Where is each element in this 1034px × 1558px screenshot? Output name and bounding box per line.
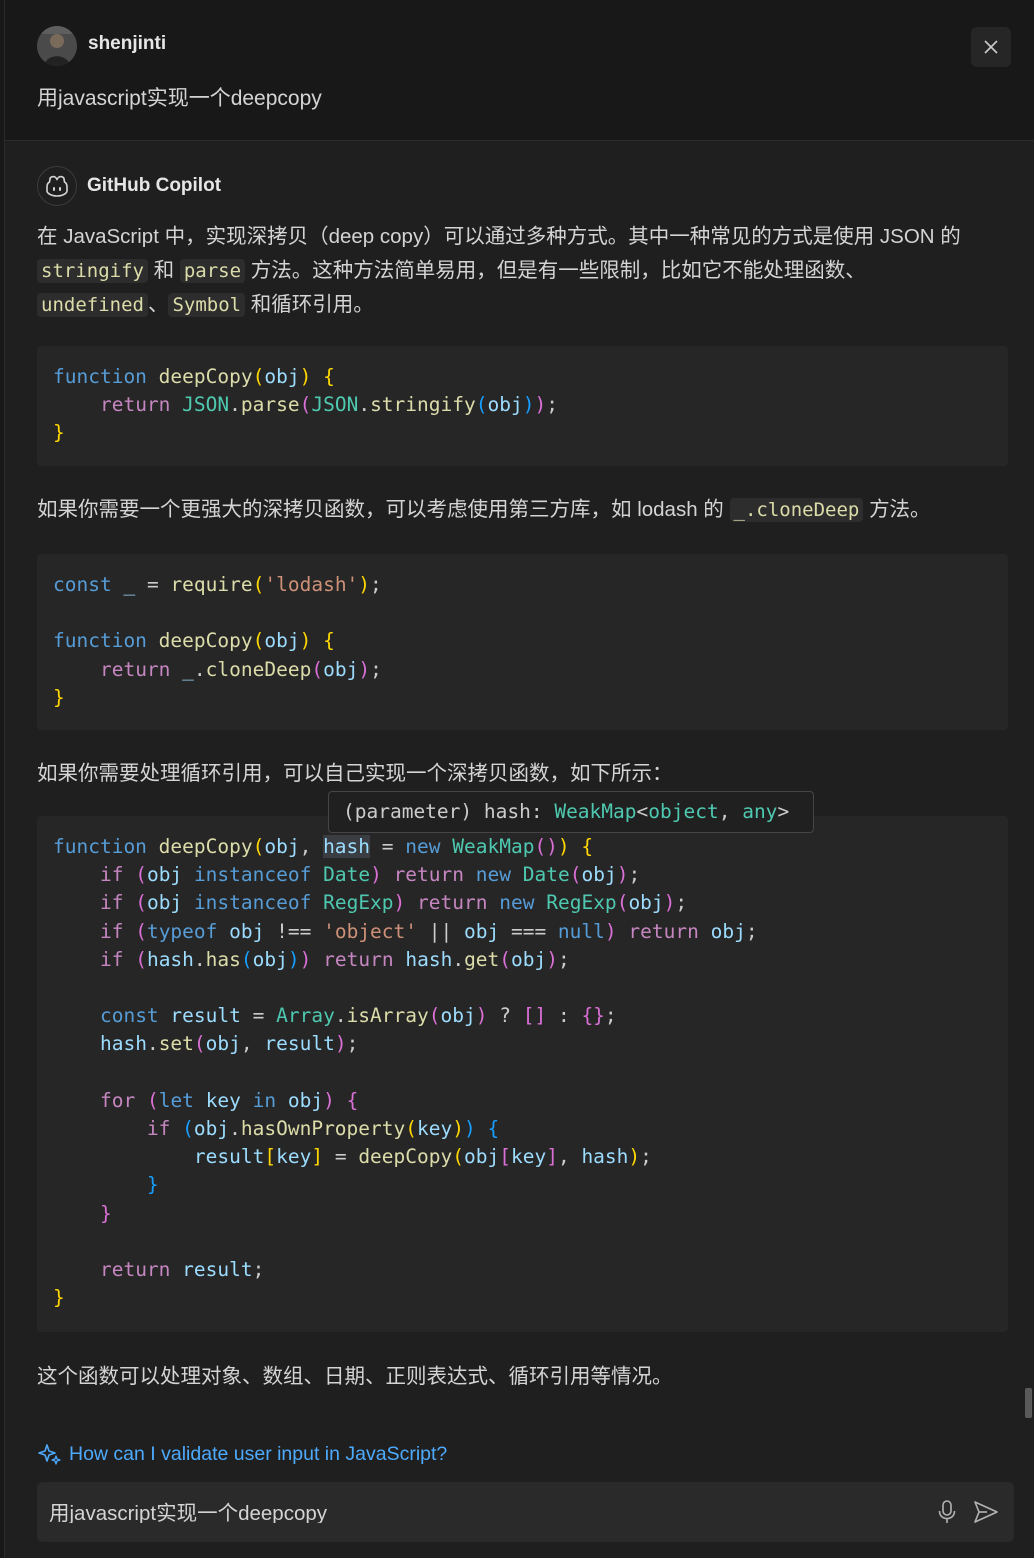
code-block-1[interactable]: function deepCopy(obj) { return JSON.par… [37, 346, 1008, 466]
copilot-icon [46, 175, 68, 197]
chat-input[interactable] [49, 1499, 909, 1523]
inline-code-symbol: Symbol [168, 293, 246, 317]
user-name: shenjinti [88, 33, 167, 54]
user-message-section: shenjinti 用javascript实现一个deepcopy [5, 0, 1034, 141]
followup-suggestion[interactable]: How can I validate user input in JavaScr… [37, 1440, 447, 1468]
inline-code-undefined: undefined [37, 293, 148, 317]
sparkle-icon [38, 1444, 61, 1465]
tooltip-gt: > [777, 800, 790, 823]
p1-text-d: 、 [147, 293, 169, 316]
tooltip-lt: < [636, 800, 649, 823]
inline-code-parse: parse [179, 258, 246, 283]
copilot-avatar [37, 166, 77, 206]
hover-tooltip: (parameter) hash: WeakMap<object, any> [328, 791, 814, 833]
response-paragraph-4: 这个函数可以处理对象、数组、日期、正则表达式、循环引用等情况。 [37, 1365, 673, 1388]
p1-text-c: 方法。这种方法简单易用，但是有一些限制，比如它不能处理函数、 [250, 258, 866, 282]
scrollbar-thumb[interactable] [1025, 1388, 1032, 1418]
tooltip-comma: , [718, 800, 743, 823]
p2-text-b: 方法。 [869, 498, 931, 521]
response-paragraph-3: 如果你需要处理循环引用，可以自己实现一个深拷贝函数，如下所示： [37, 762, 673, 785]
p1-text-e: 和循环引用。 [250, 293, 374, 316]
close-icon [984, 40, 998, 54]
tooltip-arg2: any [742, 800, 778, 823]
mic-button[interactable] [933, 1498, 961, 1526]
left-panel-edge [0, 0, 5, 1558]
tooltip-type: WeakMap [554, 800, 637, 823]
p1-text-b: 和 [153, 258, 175, 282]
bot-name: GitHub Copilot [87, 175, 222, 196]
followup-text[interactable]: How can I validate user input in JavaScr… [69, 1443, 447, 1466]
tooltip-prefix: (parameter) hash: [343, 800, 555, 823]
code-block-3[interactable]: function deepCopy(obj, hash = new WeakMa… [37, 816, 1008, 1332]
code-block-2[interactable]: const _ = require('lodash'); function de… [37, 554, 1008, 730]
inline-code-clonedeep: _.cloneDeep [729, 498, 864, 522]
user-message: 用javascript实现一个deepcopy [37, 87, 322, 110]
p2-text-a: 如果你需要一个更强大的深拷贝函数，可以考虑使用第三方库，如 lodash 的 [37, 498, 724, 521]
p1-text-a: 在 JavaScript 中，实现深拷贝（deep copy）可以通过多种方式。… [37, 225, 961, 248]
mic-icon [938, 1500, 956, 1523]
chat-input-box[interactable] [37, 1482, 1014, 1542]
close-button[interactable] [971, 27, 1011, 67]
send-icon [974, 1501, 998, 1523]
inline-code-stringify: stringify [37, 258, 148, 283]
send-button[interactable] [971, 1497, 1001, 1527]
tooltip-arg1: object [648, 800, 719, 823]
response-paragraph-1: 在 JavaScript 中，实现深拷贝（deep copy）可以通过多种方式。… [37, 220, 1002, 323]
user-avatar [37, 26, 77, 66]
response-paragraph-2: 如果你需要一个更强大的深拷贝函数，可以考虑使用第三方库，如 lodash 的 _… [37, 493, 1002, 528]
